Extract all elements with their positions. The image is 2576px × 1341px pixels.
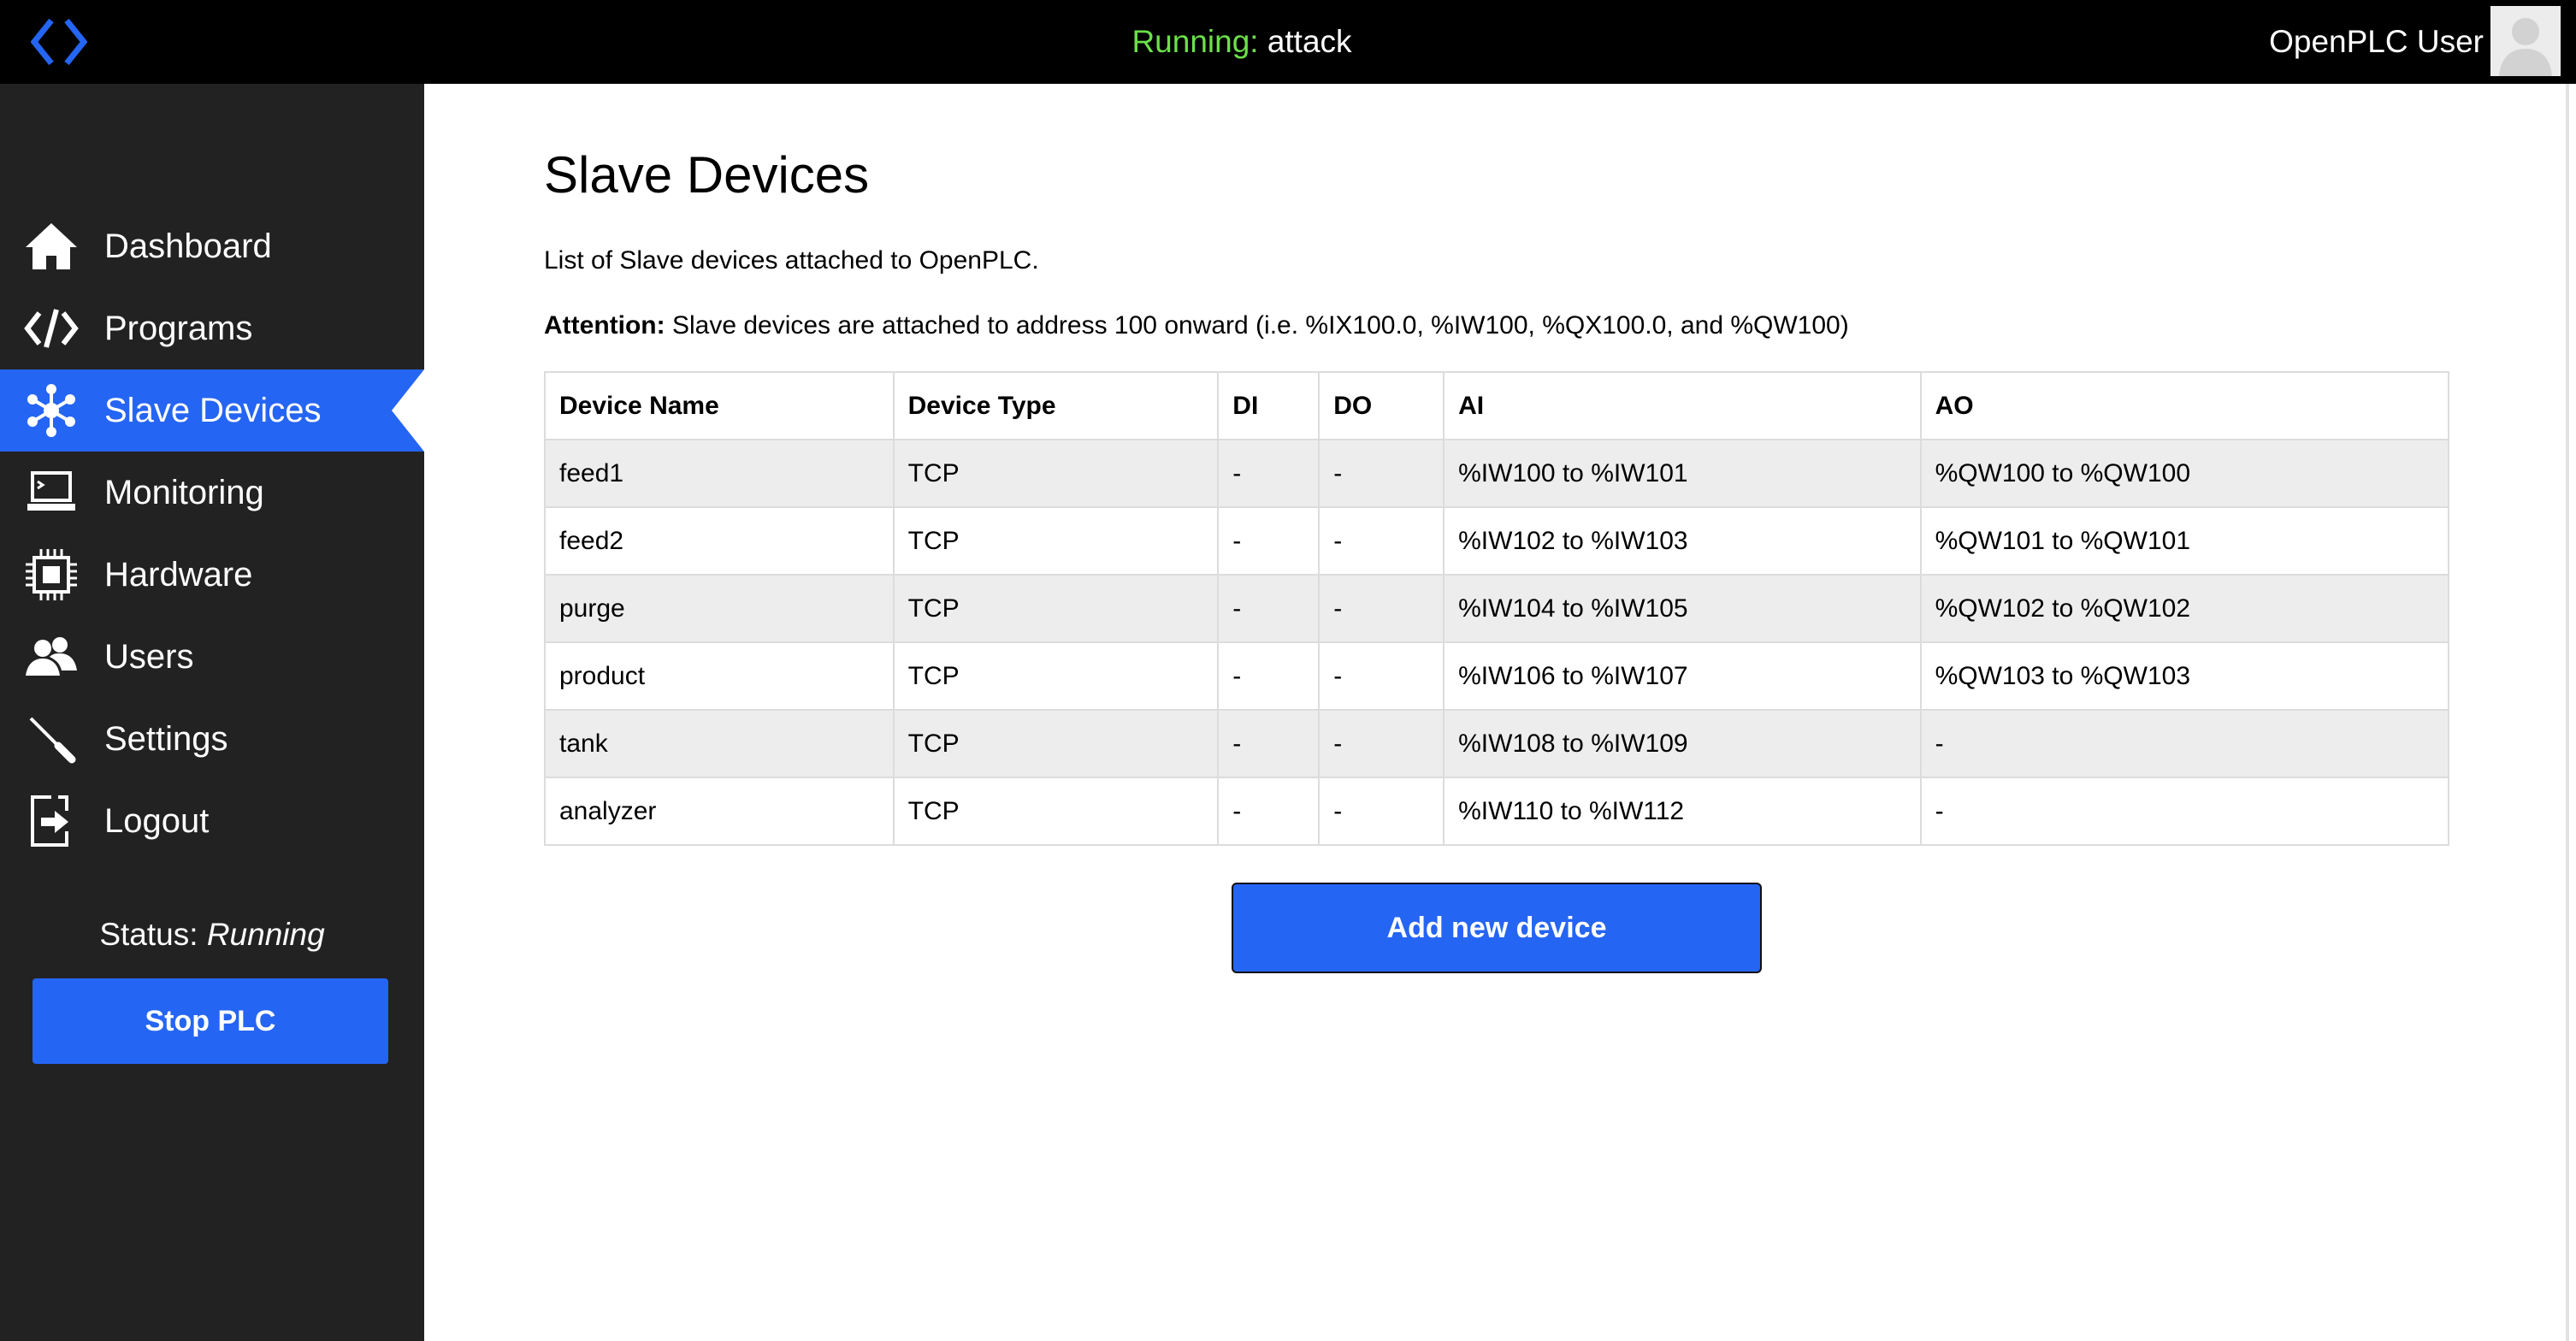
table-row[interactable]: tank TCP - - %IW108 to %IW109 - xyxy=(544,709,2450,778)
plc-status: Status: Running xyxy=(0,917,424,953)
do-cell: - xyxy=(1318,709,1445,778)
di-cell: - xyxy=(1217,439,1320,508)
di-cell: - xyxy=(1217,574,1320,643)
running-program-status: Running: attack xyxy=(0,0,2484,84)
ai-cell: %IW104 to %IW105 xyxy=(1443,574,1922,643)
add-new-device-button[interactable]: Add new device xyxy=(1232,883,1762,973)
chip-icon xyxy=(21,549,82,600)
sidebar-item-label: Logout xyxy=(104,802,210,840)
ai-cell: %IW106 to %IW107 xyxy=(1443,641,1922,711)
table-row[interactable]: purge TCP - - %IW104 to %IW105 %QW102 to… xyxy=(544,574,2450,643)
do-cell: - xyxy=(1318,574,1445,643)
sidebar-item-dashboard[interactable]: Dashboard xyxy=(0,205,424,287)
attention-note: Attention: Slave devices are attached to… xyxy=(544,311,1849,340)
users-icon xyxy=(21,631,82,682)
ao-cell: %QW102 to %QW102 xyxy=(1919,574,2450,643)
sidebar-item-hardware[interactable]: Hardware xyxy=(0,534,424,616)
attention-label: Attention: xyxy=(544,311,665,340)
plc-status-label: Status: xyxy=(99,917,198,952)
ai-cell: %IW100 to %IW101 xyxy=(1443,439,1922,508)
user-avatar-icon[interactable] xyxy=(2490,6,2561,76)
ai-cell: %IW102 to %IW103 xyxy=(1443,506,1922,576)
do-cell: - xyxy=(1318,439,1445,508)
device-type-cell: TCP xyxy=(892,777,1220,846)
sidebar: Dashboard Programs Slave Devices Monitor… xyxy=(0,84,424,1341)
logout-icon xyxy=(21,795,82,847)
column-header: DI xyxy=(1217,371,1320,440)
main-right-edge xyxy=(2566,84,2569,1341)
program-name: attack xyxy=(1267,24,1352,59)
code-icon xyxy=(21,303,82,354)
stop-plc-button[interactable]: Stop PLC xyxy=(32,978,388,1064)
table-row[interactable]: analyzer TCP - - %IW110 to %IW112 - xyxy=(544,777,2450,846)
ao-cell: %QW100 to %QW100 xyxy=(1919,439,2450,508)
column-header: Device Name xyxy=(544,371,895,440)
ao-cell: - xyxy=(1919,777,2450,846)
do-cell: - xyxy=(1318,641,1445,711)
sidebar-item-label: Settings xyxy=(104,720,228,758)
attention-text: Slave devices are attached to address 10… xyxy=(665,311,1849,340)
top-bar: Running: attack OpenPLC User xyxy=(0,0,2576,84)
table-row[interactable]: feed2 TCP - - %IW102 to %IW103 %QW101 to… xyxy=(544,506,2450,576)
device-type-cell: TCP xyxy=(892,439,1220,508)
sidebar-item-label: Hardware xyxy=(104,556,253,594)
ao-cell: %QW103 to %QW103 xyxy=(1919,641,2450,711)
device-name-cell: purge xyxy=(544,574,895,643)
table-header-row: Device Name Device Type DI DO AI AO xyxy=(544,371,2450,440)
ai-cell: %IW108 to %IW109 xyxy=(1443,709,1922,778)
page-subtitle: List of Slave devices attached to OpenPL… xyxy=(544,246,1039,275)
column-header: AO xyxy=(1919,371,2450,440)
network-icon xyxy=(21,384,82,437)
device-name-cell: feed1 xyxy=(544,439,895,508)
device-name-cell: product xyxy=(544,641,895,711)
di-cell: - xyxy=(1217,641,1320,711)
di-cell: - xyxy=(1217,506,1320,576)
page-title: Slave Devices xyxy=(544,146,870,204)
sidebar-item-label: Monitoring xyxy=(104,474,264,511)
di-cell: - xyxy=(1217,709,1320,778)
ao-cell: %QW101 to %QW101 xyxy=(1919,506,2450,576)
device-type-cell: TCP xyxy=(892,709,1220,778)
slave-devices-table: Device Name Device Type DI DO AI AO feed… xyxy=(544,371,2450,846)
table-row[interactable]: product TCP - - %IW106 to %IW107 %QW103 … xyxy=(544,641,2450,711)
device-name-cell: feed2 xyxy=(544,506,895,576)
device-name-cell: analyzer xyxy=(544,777,895,846)
sidebar-item-label: Dashboard xyxy=(104,227,272,265)
device-type-cell: TCP xyxy=(892,641,1220,711)
column-header: AI xyxy=(1443,371,1922,440)
di-cell: - xyxy=(1217,777,1320,846)
sidebar-item-programs[interactable]: Programs xyxy=(0,287,424,369)
sidebar-item-label: Users xyxy=(104,638,194,676)
user-name[interactable]: OpenPLC User xyxy=(2269,0,2484,84)
running-label: Running: xyxy=(1131,24,1259,59)
monitor-icon xyxy=(21,467,82,518)
column-header: Device Type xyxy=(892,371,1220,440)
wrench-icon xyxy=(21,713,82,765)
device-type-cell: TCP xyxy=(892,506,1220,576)
table-row[interactable]: feed1 TCP - - %IW100 to %IW101 %QW100 to… xyxy=(544,439,2450,508)
sidebar-item-monitoring[interactable]: Monitoring xyxy=(0,452,424,534)
ao-cell: - xyxy=(1919,709,2450,778)
sidebar-item-users[interactable]: Users xyxy=(0,616,424,698)
home-icon xyxy=(21,221,82,272)
sidebar-item-slave-devices[interactable]: Slave Devices xyxy=(0,369,424,452)
sidebar-item-settings[interactable]: Settings xyxy=(0,698,424,780)
ai-cell: %IW110 to %IW112 xyxy=(1443,777,1922,846)
sidebar-item-label: Programs xyxy=(104,310,253,347)
do-cell: - xyxy=(1318,777,1445,846)
device-name-cell: tank xyxy=(544,709,895,778)
do-cell: - xyxy=(1318,506,1445,576)
column-header: DO xyxy=(1318,371,1445,440)
sidebar-item-logout[interactable]: Logout xyxy=(0,780,424,862)
sidebar-item-label: Slave Devices xyxy=(104,392,322,429)
plc-status-value: Running xyxy=(206,917,325,952)
device-type-cell: TCP xyxy=(892,574,1220,643)
